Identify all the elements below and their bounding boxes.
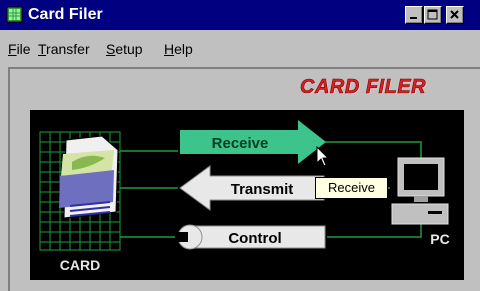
receive-label: Receive	[212, 135, 269, 152]
menu-file-label: ile	[16, 41, 31, 57]
menu-help[interactable]: Help	[164, 40, 193, 58]
pc-icon	[391, 157, 449, 225]
app-window: Card Filer File Transfer Setup Help CARD…	[0, 0, 480, 291]
pc-label: PC	[430, 231, 449, 247]
menu-file[interactable]: File	[8, 40, 31, 58]
receive-tooltip: Receive	[315, 177, 388, 199]
menu-setup[interactable]: Setup	[106, 40, 143, 58]
menu-transfer-label: ransfer	[46, 41, 90, 57]
menu-help-mnemonic: H	[164, 41, 175, 57]
window-title: Card Filer	[28, 6, 103, 23]
menu-setup-label: etup	[115, 41, 143, 57]
app-heading: CARD FILER	[300, 76, 427, 99]
maximize-button[interactable]	[424, 6, 442, 24]
title-bar[interactable]: Card Filer	[0, 0, 480, 30]
menu-setup-mnemonic: S	[106, 41, 116, 57]
menu-help-label: elp	[174, 41, 193, 57]
control-label: Control	[228, 230, 281, 247]
menu-bar: File Transfer Setup Help	[0, 30, 480, 64]
maximize-icon	[427, 9, 438, 20]
transfer-diagram-panel: Receive Transmit Control CARD PC	[30, 110, 464, 280]
minimize-icon	[410, 17, 417, 19]
minimize-button[interactable]	[405, 6, 423, 24]
app-icon	[6, 6, 23, 23]
transfer-diagram: Receive Transmit Control CARD PC	[39, 120, 450, 273]
transmit-label: Transmit	[231, 181, 294, 198]
menu-transfer-mnemonic: T	[38, 41, 47, 57]
menu-transfer[interactable]: Transfer	[38, 40, 90, 58]
close-button[interactable]	[446, 6, 464, 24]
memory-card-icon	[59, 135, 119, 219]
arrow-cursor-icon	[316, 146, 330, 167]
card-label: CARD	[60, 257, 100, 273]
menu-file-mnemonic: F	[8, 41, 17, 57]
close-icon	[450, 10, 459, 19]
